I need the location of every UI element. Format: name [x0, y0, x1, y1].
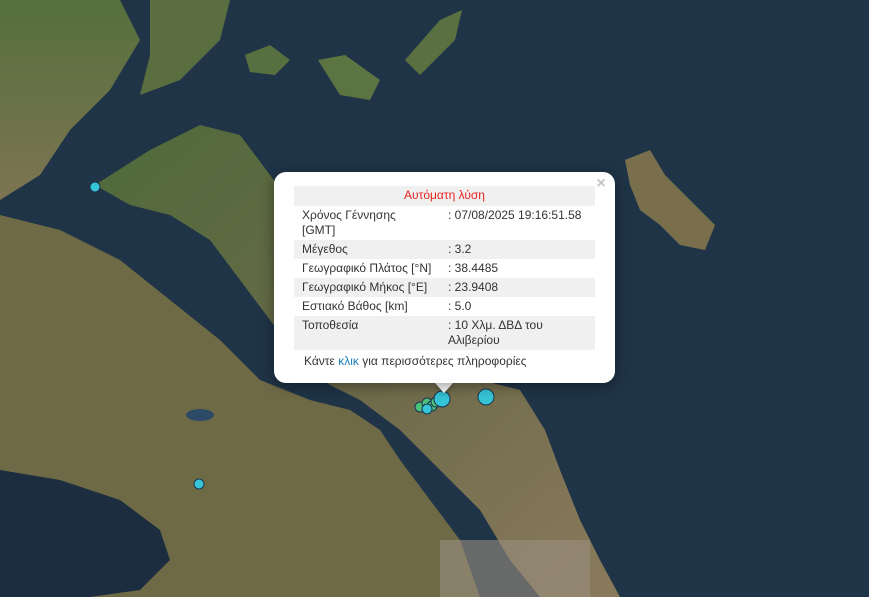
popup-title: Αυτόματη λύση — [294, 186, 595, 206]
more-info-text: Κάντε κλικ για περισσότερες πληροφορίες — [294, 354, 595, 368]
row-value: : 10 Χλμ. ΔΒΔ του Αλιβερίου — [440, 316, 595, 350]
row-label: Εστιακό Βάθος [km] — [302, 299, 408, 313]
popup-tip — [434, 382, 454, 393]
earthquake-popup: × Αυτόματη λύση Χρόνος Γέννησης [GMT] : … — [274, 172, 615, 383]
row-value: : 23.9408 — [440, 278, 595, 297]
earthquake-marker — [477, 388, 495, 406]
earthquake-marker — [89, 181, 101, 193]
earthquake-marker-selected — [433, 390, 451, 408]
table-row: Τοποθεσία : 10 Χλμ. ΔΒΔ του Αλιβερίου — [294, 316, 595, 350]
close-button[interactable]: × — [593, 174, 609, 194]
table-row: Μέγεθος : 3.2 — [294, 240, 595, 259]
table-row: Γεωγραφικό Μήκος [°E] : 23.9408 — [294, 278, 595, 297]
more-prefix: Κάντε — [304, 354, 339, 368]
table-row: Εστιακό Βάθος [km] : 5.0 — [294, 297, 595, 316]
row-label: Γεωγραφικό Μήκος [°E] — [294, 278, 440, 297]
popup-title-row: Αυτόματη λύση — [294, 186, 595, 206]
city-area — [440, 540, 590, 597]
earthquake-marker — [193, 478, 205, 490]
more-suffix: για περισσότερες πληροφορίες — [358, 354, 527, 368]
info-table: Αυτόματη λύση Χρόνος Γέννησης [GMT] : 07… — [294, 186, 595, 350]
earthquake-marker — [421, 403, 433, 415]
table-row: Χρόνος Γέννησης [GMT] : 07/08/2025 19:16… — [294, 206, 595, 240]
row-label: Γεωγραφικό Πλάτος [°N] — [302, 261, 432, 275]
more-info-link[interactable]: κλικ — [338, 354, 359, 368]
lake — [186, 409, 214, 421]
row-value: : 5.0 — [448, 299, 472, 313]
table-row: Γεωγραφικό Πλάτος [°N] : 38.4485 — [294, 259, 595, 278]
row-label: Χρόνος Γέννησης [GMT] — [302, 208, 396, 237]
row-label: Τοποθεσία — [294, 316, 440, 350]
row-value: : 3.2 — [440, 240, 595, 259]
row-value: : 38.4485 — [448, 261, 499, 275]
row-value: : 07/08/2025 19:16:51.58 — [448, 208, 582, 222]
row-label: Μέγεθος — [294, 240, 440, 259]
